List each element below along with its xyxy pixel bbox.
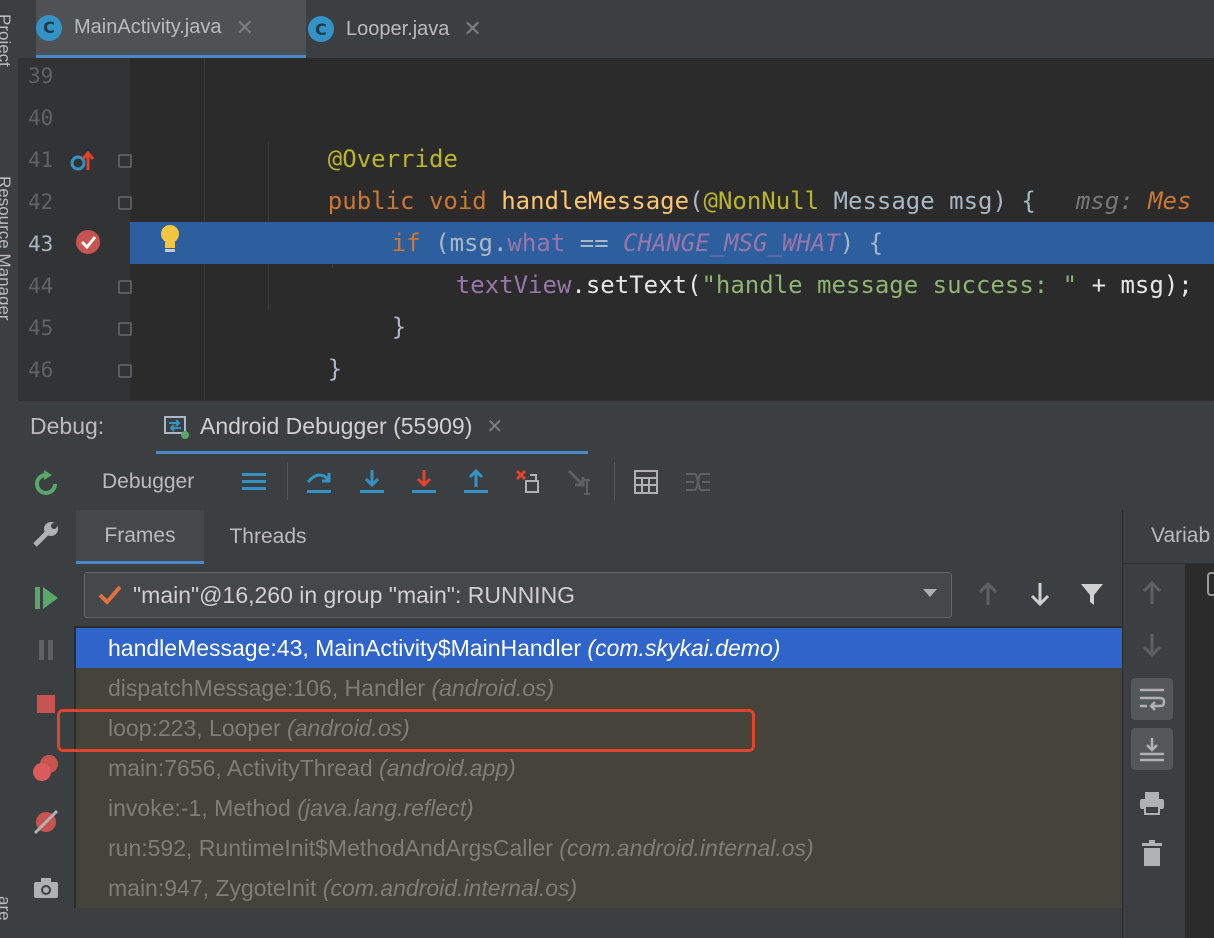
previous-thread-icon[interactable] xyxy=(972,578,1004,610)
tab-mainactivity[interactable]: C MainActivity.java ✕ xyxy=(36,0,306,58)
tab-frames[interactable]: Frames xyxy=(76,510,204,564)
filter-icon[interactable] xyxy=(1076,578,1108,610)
layout-menu-icon[interactable] xyxy=(239,467,269,497)
resume-icon[interactable] xyxy=(30,582,62,614)
code-line-41: public void handleMessage(@NonNull Messa… xyxy=(327,187,1192,215)
class-c-icon: C xyxy=(308,16,334,42)
bottom-tool-label[interactable]: are xyxy=(0,896,14,921)
next-thread-icon[interactable] xyxy=(1024,578,1056,610)
fold-marker[interactable] xyxy=(118,154,132,168)
thread-select-value: "main"@16,260 in group "main": RUNNING xyxy=(133,581,576,608)
highlight-annotation-box xyxy=(57,709,755,752)
project-tool-label[interactable]: Project xyxy=(0,14,14,67)
line-number: 40 xyxy=(28,106,54,130)
scroll-to-end-icon[interactable] xyxy=(1131,728,1173,770)
debug-header: Debug: Android Debugger (55909) ✕ xyxy=(18,400,1214,455)
debug-label: Debug: xyxy=(30,413,105,439)
debugger-session-icon xyxy=(162,412,190,440)
fold-marker[interactable] xyxy=(118,196,132,210)
pause-icon[interactable] xyxy=(30,634,62,666)
override-method-icon[interactable] xyxy=(68,148,96,176)
debug-session-tab[interactable]: Android Debugger (55909) ✕ xyxy=(156,401,588,455)
fold-marker[interactable] xyxy=(118,364,132,378)
thread-selector-row: "main"@16,260 in group "main": RUNNING xyxy=(74,564,1122,626)
debugger-tab-label[interactable]: Debugger xyxy=(102,470,194,494)
fold-marker[interactable] xyxy=(118,280,132,294)
mute-breakpoints-icon[interactable] xyxy=(30,806,62,838)
force-step-into-icon[interactable] xyxy=(409,467,439,497)
fold-marker[interactable] xyxy=(118,322,132,336)
debug-actions-bar xyxy=(18,454,74,938)
code-line-44: } xyxy=(391,313,407,341)
line-number: 41 xyxy=(28,148,54,172)
breakpoint-icon[interactable] xyxy=(74,228,102,256)
evaluate-expression-icon[interactable] xyxy=(631,467,661,497)
move-frame-up-icon[interactable] xyxy=(1137,578,1167,608)
trash-icon[interactable] xyxy=(1137,838,1167,868)
close-icon[interactable]: ✕ xyxy=(463,16,481,42)
chevron-down-icon xyxy=(921,586,939,600)
close-icon[interactable]: ✕ xyxy=(486,414,503,438)
editor-tab-bar: C MainActivity.java ✕ C Looper.java ✕ xyxy=(18,0,1214,59)
step-into-icon[interactable] xyxy=(357,467,387,497)
tab-looper[interactable]: C Looper.java ✕ xyxy=(308,0,528,58)
print-icon[interactable] xyxy=(1137,788,1167,818)
line-number: 39 xyxy=(28,64,54,88)
variables-tab-label[interactable]: Variab xyxy=(1151,524,1210,548)
frame-item[interactable]: invoke:-1, Method (java.lang.reflect) xyxy=(76,788,1122,828)
line-number: 45 xyxy=(28,316,54,340)
session-tab-label: Android Debugger (55909) xyxy=(200,412,473,439)
rerun-icon[interactable] xyxy=(30,468,62,500)
view-breakpoints-icon[interactable] xyxy=(30,752,62,784)
tab-label: MainActivity.java xyxy=(74,16,222,38)
close-icon[interactable]: ✕ xyxy=(235,15,253,41)
line-number: 46 xyxy=(28,358,54,382)
line-number: 43 xyxy=(28,232,54,256)
camera-icon[interactable] xyxy=(30,872,62,904)
thread-select[interactable]: "main"@16,260 in group "main": RUNNING xyxy=(84,572,952,618)
tab-threads-label: Threads xyxy=(229,525,307,548)
frame-item[interactable]: handleMessage:43, MainActivity$MainHandl… xyxy=(76,628,1122,668)
lightbulb-icon[interactable] xyxy=(156,222,184,256)
code-editor[interactable]: 39 40 41 42 43 44 45 46 @Override public… xyxy=(18,58,1214,400)
code-line-43: textView.setText("handle message success… xyxy=(455,271,1193,299)
variables-content xyxy=(1185,564,1214,938)
soft-wrap-icon[interactable] xyxy=(1131,678,1173,720)
variables-tree-toggle[interactable] xyxy=(1207,572,1214,596)
check-icon xyxy=(97,583,123,607)
code-line-40: @Override xyxy=(327,145,458,173)
move-frame-down-icon[interactable] xyxy=(1137,630,1167,660)
code-line-46: } xyxy=(206,348,1214,400)
step-out-icon[interactable] xyxy=(461,467,491,497)
frame-item[interactable]: run:592, RuntimeInit$MethodAndArgsCaller… xyxy=(76,828,1122,868)
trace-icon[interactable] xyxy=(683,467,713,497)
line-number: 42 xyxy=(28,190,54,214)
frame-item[interactable]: dispatchMessage:106, Handler (android.os… xyxy=(76,668,1122,708)
frame-item[interactable]: main:947, ZygoteInit (com.android.intern… xyxy=(76,868,1122,908)
variables-panel: Variab xyxy=(1122,510,1214,938)
tab-frames-label: Frames xyxy=(104,523,176,547)
run-to-cursor-icon[interactable] xyxy=(565,467,595,497)
step-over-icon[interactable] xyxy=(304,467,334,497)
code-line-42: if (msg.what == CHANGE_MSG_WHAT) { xyxy=(391,229,884,257)
tab-threads[interactable]: Threads xyxy=(208,510,328,564)
resource-manager-tool-label[interactable]: Resource Manager xyxy=(0,176,14,321)
tab-label: Looper.java xyxy=(346,17,450,40)
class-c-icon: C xyxy=(36,14,62,41)
frame-item[interactable]: main:7656, ActivityThread (android.app) xyxy=(76,748,1122,788)
frames-threads-tabs: Frames Threads xyxy=(74,510,1122,565)
code-line-45: } xyxy=(327,355,343,383)
left-tool-strip: Project Resource Manager are xyxy=(0,0,19,938)
frame-list: handleMessage:43, MainActivity$MainHandl… xyxy=(76,628,1122,908)
settings-wrench-icon[interactable] xyxy=(30,518,62,550)
line-number: 44 xyxy=(28,274,54,298)
drop-frame-icon[interactable] xyxy=(513,467,543,497)
